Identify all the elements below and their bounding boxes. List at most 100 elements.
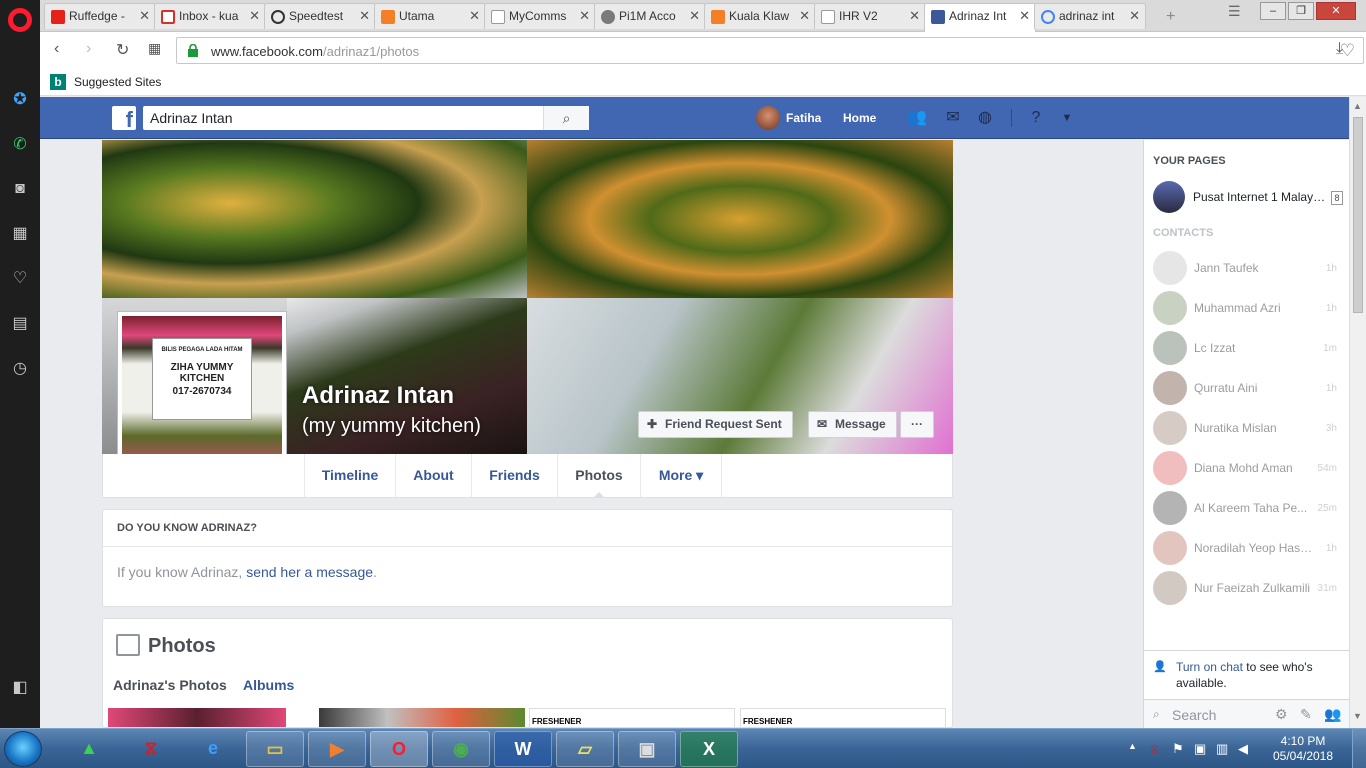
app-icon[interactable]: ▲: [60, 731, 118, 767]
close-icon[interactable]: ✕: [139, 8, 150, 24]
browser-tab[interactable]: Ruffedge - ✕: [44, 3, 156, 29]
photo-thumbnail[interactable]: FRESHENER: [529, 708, 735, 727]
speed-dial-icon[interactable]: ▦: [8, 222, 32, 246]
contact-item[interactable]: Muhammad Azri 1h: [1153, 291, 1343, 325]
scrollbar-thumb[interactable]: [1353, 117, 1363, 313]
minimize-icon[interactable]: –: [1260, 2, 1286, 20]
word-icon[interactable]: W: [494, 731, 552, 767]
device-icon[interactable]: ▣: [1194, 741, 1206, 757]
friend-request-sent-button[interactable]: ✚ Friend Request Sent: [638, 411, 793, 438]
create-group-icon[interactable]: 👥: [1324, 706, 1341, 723]
contact-item[interactable]: Qurratu Aini 1h: [1153, 371, 1343, 405]
flag-icon[interactable]: ⚑: [1172, 741, 1184, 757]
photo-thumbnail[interactable]: [108, 708, 286, 727]
facebook-search-input[interactable]: [143, 106, 533, 130]
contact-item[interactable]: Diana Mohd Aman 54m: [1153, 451, 1343, 485]
browser-tab[interactable]: adrinaz int ✕: [1034, 3, 1146, 29]
photos-title[interactable]: Photos: [148, 635, 216, 658]
opera-icon[interactable]: O: [370, 731, 428, 767]
home-link[interactable]: Home: [843, 111, 876, 125]
more-options-button[interactable]: ···: [900, 411, 934, 438]
excel-icon[interactable]: X: [680, 731, 738, 767]
browser-tab[interactable]: Speedtest ✕: [264, 3, 376, 29]
new-tab-icon[interactable]: +: [1166, 8, 1175, 26]
contact-item[interactable]: Lc Izzat 1m: [1153, 331, 1343, 365]
close-icon[interactable]: ✕: [1129, 8, 1140, 24]
chat-search[interactable]: ⌕ Search ⚙ ✎ 👥: [1144, 699, 1349, 729]
url-field[interactable]: www.facebook.com/adrinaz1/photos ♡: [176, 37, 1364, 64]
network-icon[interactable]: ▥: [1216, 741, 1228, 757]
tab-timeline[interactable]: Timeline: [304, 454, 395, 497]
contact-item[interactable]: Jann Taufek 1h: [1153, 251, 1343, 285]
tab-about[interactable]: About: [395, 454, 471, 497]
internet-explorer-icon[interactable]: e: [184, 731, 242, 767]
help-icon[interactable]: ?: [1025, 108, 1047, 128]
news-icon[interactable]: ▤: [8, 312, 32, 336]
browser-tab-active[interactable]: Adrinaz Int ✕: [924, 3, 1036, 32]
compose-icon[interactable]: ✎: [1300, 706, 1312, 723]
start-button[interactable]: [4, 731, 42, 767]
browser-tab[interactable]: Inbox - kua ✕: [154, 3, 266, 29]
contact-item[interactable]: Nur Faeizah Zulkamili 31m: [1153, 571, 1343, 605]
chevron-down-icon[interactable]: ▼: [1056, 108, 1078, 128]
close-icon[interactable]: ✕: [799, 8, 810, 24]
profile-name[interactable]: Adrinaz Intan: [302, 382, 454, 410]
close-icon[interactable]: ✕: [359, 8, 370, 24]
tabs-grid-icon[interactable]: ▦: [148, 40, 161, 57]
friend-requests-icon[interactable]: 👥: [906, 108, 928, 128]
tab-photos[interactable]: Photos: [557, 454, 640, 498]
history-icon[interactable]: ◷: [8, 357, 32, 381]
browser-tab[interactable]: Kuala Klaw ✕: [704, 3, 816, 29]
messenger-icon[interactable]: ✪: [8, 88, 32, 112]
scroll-up-icon[interactable]: ▲: [1353, 101, 1362, 111]
tab-albums[interactable]: Albums: [243, 677, 294, 693]
chrome-icon[interactable]: ◉: [432, 731, 490, 767]
reload-icon[interactable]: ↻: [116, 40, 129, 60]
scroll-down-icon[interactable]: ▼: [1353, 711, 1362, 721]
photo-thumbnail[interactable]: [319, 708, 525, 727]
bookmarks-heart-icon[interactable]: ♡: [8, 267, 32, 291]
message-button[interactable]: ✉ Message: [808, 411, 897, 438]
volume-icon[interactable]: ◀: [1238, 741, 1248, 757]
whatsapp-icon[interactable]: ✆: [8, 133, 32, 157]
browser-tab[interactable]: Utama ✕: [374, 3, 486, 29]
file-explorer-icon[interactable]: ▭: [246, 731, 304, 767]
download-icon[interactable]: ⤓: [1336, 40, 1343, 58]
tab-adrinaz-photos[interactable]: Adrinaz's Photos: [113, 677, 227, 693]
show-desktop-button[interactable]: [1352, 729, 1366, 768]
gear-icon[interactable]: ⚙: [1275, 706, 1288, 723]
search-icon[interactable]: ⌕: [543, 106, 589, 130]
contact-item[interactable]: Noradilah Yeop Hashim 1h: [1153, 531, 1343, 565]
close-icon[interactable]: ✕: [909, 8, 920, 24]
close-window-icon[interactable]: ✕: [1316, 2, 1356, 20]
turn-on-chat-link[interactable]: Turn on chat: [1176, 660, 1243, 674]
remote-desktop-icon[interactable]: ▣: [618, 731, 676, 767]
close-icon[interactable]: ✕: [1019, 8, 1030, 24]
notifications-globe-icon[interactable]: ◍: [974, 108, 996, 128]
photo-thumbnail[interactable]: FRESHENER: [740, 708, 946, 727]
facebook-logo-icon[interactable]: f: [112, 106, 136, 130]
close-icon[interactable]: ✕: [249, 8, 260, 24]
forward-icon[interactable]: ›: [86, 40, 91, 58]
app-icon[interactable]: ⧖: [122, 731, 180, 767]
back-icon[interactable]: ‹: [54, 40, 59, 58]
sticky-notes-icon[interactable]: ▱: [556, 731, 614, 767]
browser-tab[interactable]: Pi1M Acco ✕: [594, 3, 706, 29]
browser-tab[interactable]: IHR V2 ✕: [814, 3, 926, 29]
page-item[interactable]: Pusat Internet 1 Malaysi... 8: [1153, 181, 1343, 213]
app-tray-icon[interactable]: ⧖: [1150, 741, 1159, 757]
camera-icon[interactable]: ◙: [8, 177, 32, 201]
tab-friends[interactable]: Friends: [471, 454, 557, 497]
bookmark-suggested-sites[interactable]: Suggested Sites: [74, 75, 161, 89]
chevron-up-icon[interactable]: ▲: [1128, 741, 1137, 751]
tab-menu-icon[interactable]: ☰: [1228, 3, 1241, 20]
close-icon[interactable]: ✕: [579, 8, 590, 24]
contact-item[interactable]: Nuratika Mislan 3h: [1153, 411, 1343, 445]
page-scrollbar[interactable]: ▲ ▼: [1349, 97, 1366, 728]
sidebar-toggle-icon[interactable]: ◧: [8, 676, 32, 700]
close-icon[interactable]: ✕: [689, 8, 700, 24]
send-message-link[interactable]: send her a message: [246, 564, 373, 580]
maximize-icon[interactable]: ❐: [1288, 2, 1314, 20]
contact-item[interactable]: Al Kareem Taha Pe... 25m: [1153, 491, 1343, 525]
tab-more[interactable]: More ▾: [640, 454, 722, 497]
